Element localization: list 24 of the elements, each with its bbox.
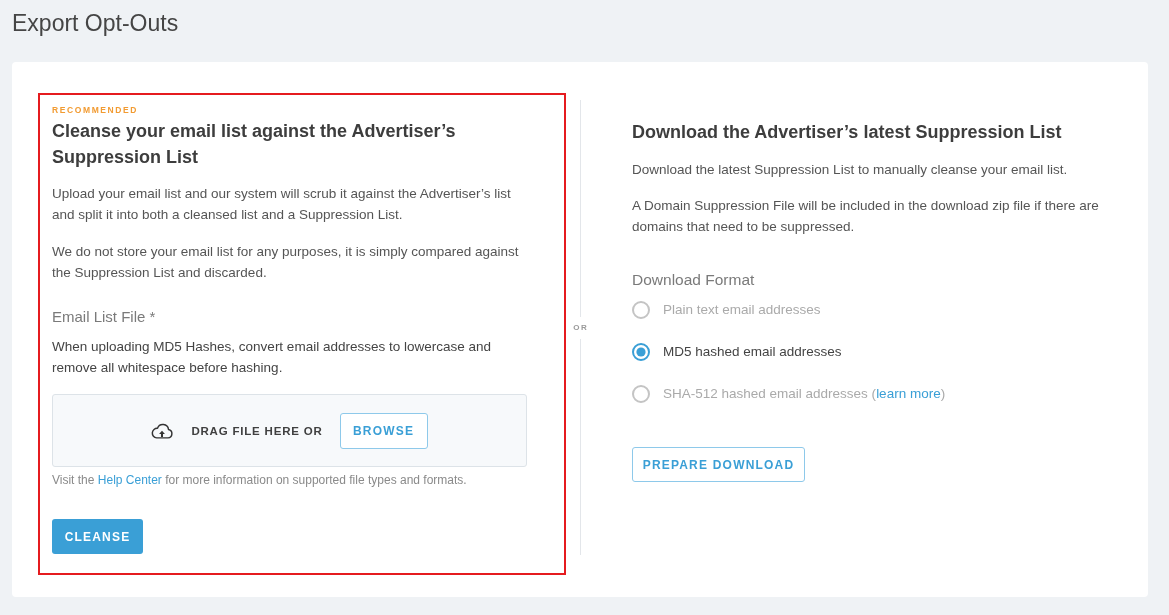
field-label: Download Format	[632, 270, 756, 290]
description-text: Download the latest Suppression List to manually cleanse your email list.	[632, 161, 1069, 179]
radio-label: SHA-512 hashed email addresses (learn more)	[663, 385, 946, 403]
field-note: When uploading MD5 Hashes, convert email addresses to lowercase and remove all whitespace before hashing.	[52, 338, 492, 377]
help-text: Visit the Help Center for more information on supported file types and formats.	[52, 472, 468, 488]
radio-label: MD5 hashed email addresses	[663, 343, 842, 361]
section-heading: Download the Advertiser’s latest Suppression List	[632, 121, 1063, 144]
cleanse-button[interactable]: CLEANSE	[52, 519, 143, 554]
description-text: We do not store your email list for any purposes, it is simply compared against the Suppression List and discarded.	[52, 243, 520, 282]
field-label: Email List File *	[52, 307, 157, 327]
radio-button[interactable]	[632, 343, 650, 361]
file-dropzone[interactable]: DRAG FILE HERE OR BROWSE	[52, 394, 527, 467]
dropzone-prompt: DRAG FILE HERE OR	[191, 424, 323, 437]
description-text: Upload your email list and our system will scrub it against the Advertiser’s list and split it into both a cleansed list and a Suppression List.	[52, 185, 512, 224]
page-title: Export Opt-Outs	[12, 10, 180, 36]
browse-button[interactable]: BROWSE	[339, 412, 428, 449]
description-text: A Domain Suppression File will be included in the download zip file if there are domains that need to be suppressed.	[632, 197, 1100, 236]
or-divider-label: OR	[572, 322, 589, 333]
help-center-link[interactable]: Help Center	[97, 473, 162, 487]
radio-label: Plain text email addresses	[663, 301, 821, 319]
section-heading: Cleanse your email list against the Advertiser’s Suppression List	[52, 120, 457, 169]
recommended-label: RECOMMENDED	[52, 104, 140, 116]
cloud-upload-icon	[151, 422, 174, 439]
prepare-download-button[interactable]: PREPARE DOWNLOAD	[632, 447, 805, 482]
